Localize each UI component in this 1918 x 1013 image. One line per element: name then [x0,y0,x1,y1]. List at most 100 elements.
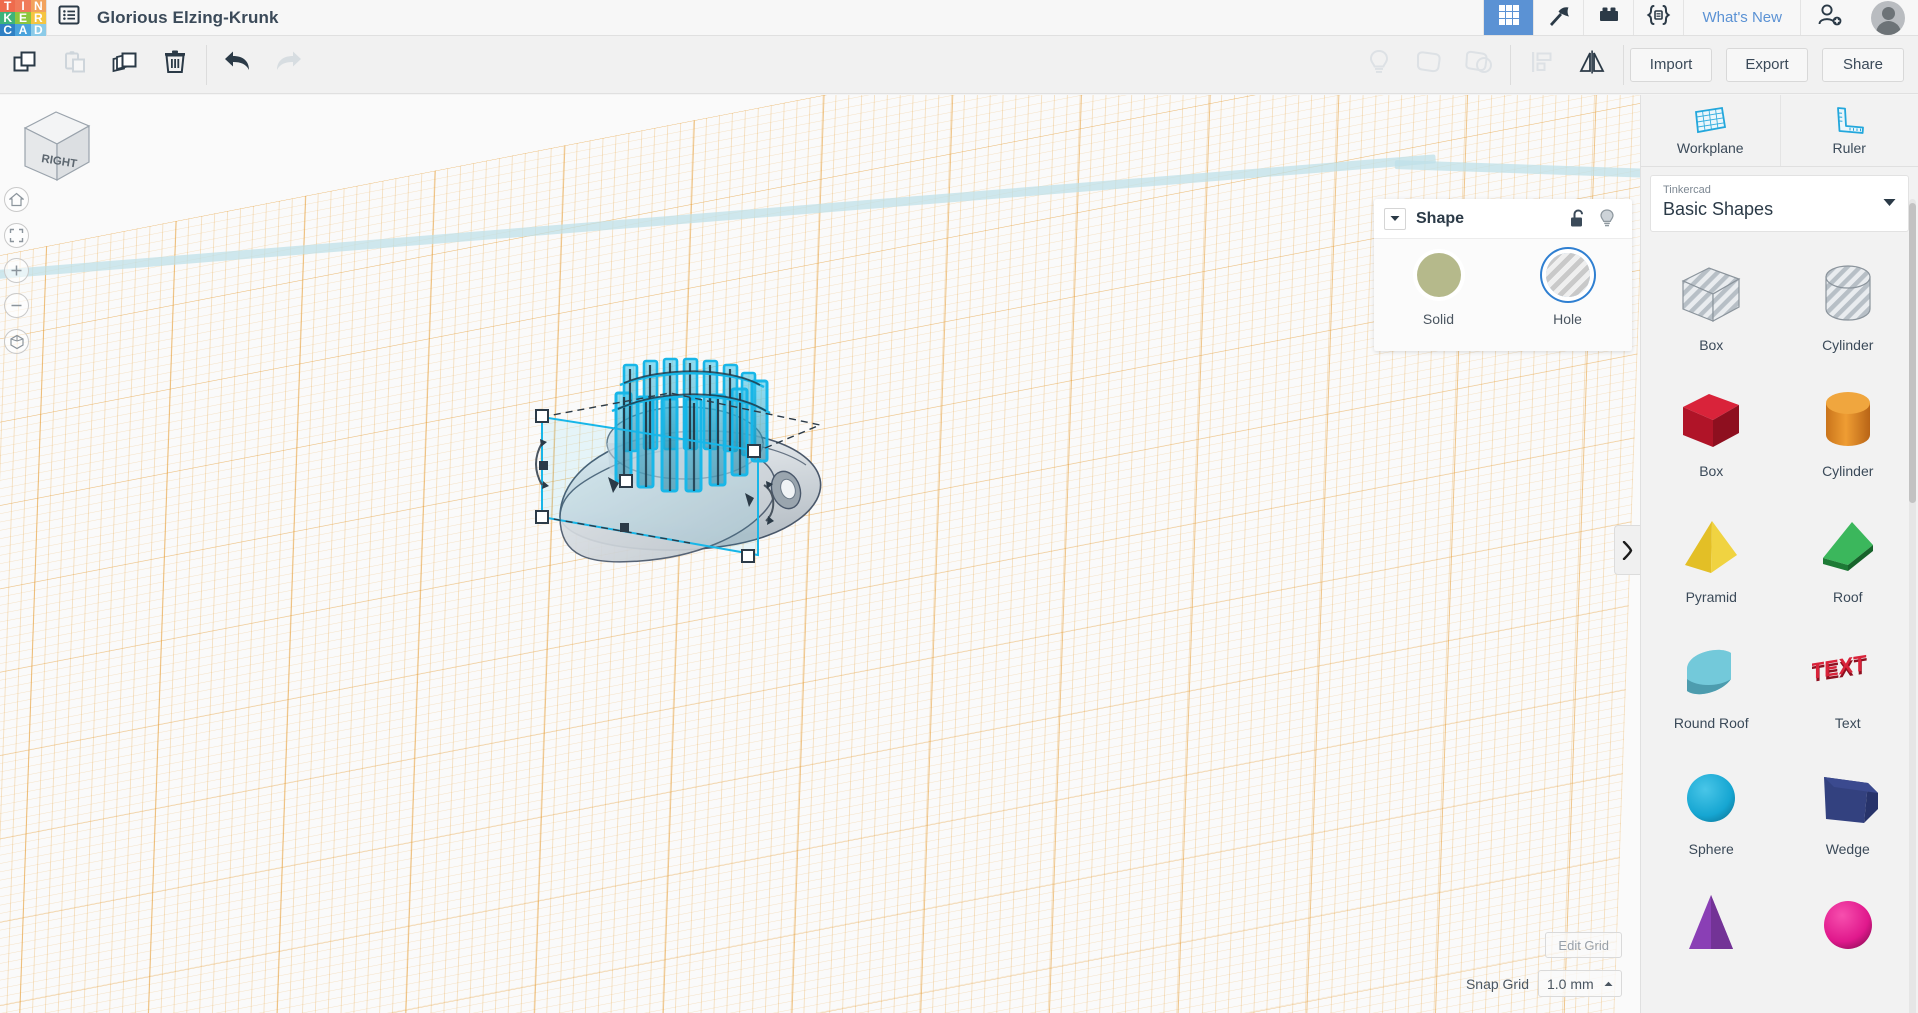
fit-to-view-button[interactable] [4,223,29,248]
shape-box-red[interactable]: Box [1643,381,1780,507]
shape-label: Box [1699,336,1724,353]
mirror-icon [1577,48,1607,81]
shape-label: Cylinder [1822,336,1874,353]
redo-arrow-icon [273,50,303,79]
pickaxe-icon [1546,2,1572,33]
shape-cylinder-hole[interactable]: Cylinder [1780,255,1917,381]
solid-swatch[interactable] [1416,253,1461,297]
ungroup-button[interactable] [1454,36,1504,94]
import-button[interactable]: Import [1630,47,1712,82]
snap-grid-label: Snap Grid [1465,975,1529,992]
shape-box-hole[interactable]: Box [1643,255,1780,381]
text-thumbnail: TEXT TEXT [1812,637,1884,709]
trash-icon [163,49,187,80]
undo-arrow-icon [223,50,253,79]
edit-toolbar: Import Export Share [0,36,1918,94]
group-button[interactable] [1404,36,1454,94]
zoom-out-button[interactable] [4,293,29,318]
edit-grid-button[interactable]: Edit Grid [1545,932,1622,958]
shape-light-button[interactable] [1592,208,1622,229]
right-panel: Workplane Ruler Tinkercad Basic Shapes B… [1640,95,1918,1013]
ruler-tool[interactable]: Ruler [1779,95,1918,166]
right-panel-collapse-button[interactable] [1614,525,1640,575]
logo-tile-c: C [0,24,16,36]
shape-panel-collapse-button[interactable] [1384,207,1406,230]
library-dropdown-text: Tinkercad Basic Shapes [1663,183,1883,222]
ungroup-shapes-icon [1464,48,1494,81]
invite-person-button[interactable] [1800,0,1858,35]
snap-grid-select[interactable]: 1.0 mm [1538,970,1622,997]
shape-text[interactable]: TEXT TEXT Text [1780,633,1917,759]
delete-button[interactable] [150,36,200,94]
avatar [1871,0,1905,35]
tinkercad-logo[interactable]: TINKERCAD [0,0,46,36]
shape-list-scrollbar-thumb[interactable] [1909,203,1916,503]
export-button[interactable]: Export [1726,47,1808,82]
document-menu-button[interactable] [47,0,91,35]
3d-model[interactable] [520,265,860,595]
view-cube[interactable]: RIGHT [15,100,97,190]
cylinder-orange-thumbnail [1812,385,1884,457]
tab-3d-designs[interactable] [1483,0,1534,35]
shape-label: Round Roof [1673,714,1749,731]
library-dropdown-value: Basic Shapes [1663,199,1774,220]
zoom-in-button[interactable] [4,258,29,283]
hole-swatch-option[interactable]: Hole [1520,253,1616,327]
workplane-tool[interactable]: Workplane [1641,95,1780,166]
shape-roof[interactable]: Roof [1780,507,1917,633]
toolbar-divider-3 [1623,44,1624,85]
shape-label: Roof [1832,588,1863,605]
duplicate-icon [111,49,139,80]
chevron-down-icon [1390,216,1400,221]
shape-library-list[interactable]: Box Cylinder Box Cylinder Pyramid Roof R… [1641,241,1918,1013]
home-view-button[interactable] [4,187,29,212]
caret-down-icon [1883,198,1896,206]
duplicate-button[interactable] [100,36,150,94]
shape-lock-button[interactable] [1562,209,1592,228]
shape-wedge[interactable]: Wedge [1780,759,1917,885]
perspective-toggle-button[interactable] [4,329,29,354]
tab-codeblocks-pickaxe[interactable] [1533,0,1584,35]
shape-cylinder-orange[interactable]: Cylinder [1780,381,1917,507]
library-dropdown[interactable]: Tinkercad Basic Shapes [1650,175,1909,232]
shape-pyramid[interactable]: Pyramid [1643,507,1780,633]
align-icon [1529,48,1555,81]
lightbulb-icon [1600,209,1614,227]
paste-button[interactable] [50,36,100,94]
roof-thumbnail [1812,511,1884,583]
solid-swatch-option[interactable]: Solid [1391,253,1487,327]
redo-button[interactable] [263,36,313,94]
mirror-button[interactable] [1567,36,1617,94]
copy-button[interactable] [0,36,50,94]
tab-codeblocks[interactable] [1633,0,1684,35]
hole-swatch[interactable] [1545,253,1590,297]
ruler-icon [1837,107,1865,134]
tab-bricks[interactable] [1583,0,1634,35]
tinkercad-app: TINKERCAD Glorious Elzing-Krunk What's N… [0,0,1918,1013]
grid-icon [1497,3,1521,32]
undo-button[interactable] [213,36,263,94]
light-button[interactable] [1354,36,1404,94]
shape-panel-header: Shape [1374,199,1632,239]
document-title[interactable]: Glorious Elzing-Krunk [91,0,279,35]
shape-label: Box [1699,462,1724,479]
right-panel-tools: Workplane Ruler [1641,95,1918,167]
sphere-thumbnail [1675,763,1747,835]
user-avatar-button[interactable] [1858,0,1918,35]
shape-sphere[interactable]: Sphere [1643,759,1780,885]
logo-tile-d: D [30,24,46,36]
shape-cone[interactable] [1643,885,1780,1011]
shape-label: Wedge [1825,840,1870,857]
add-person-icon [1816,2,1844,33]
whats-new-link[interactable]: What's New [1683,0,1800,35]
cone-thumbnail [1675,889,1747,961]
shape-sphere-pink[interactable] [1780,885,1917,1011]
code-braces-icon [1645,2,1672,33]
ruler-tool-label: Ruler [1832,140,1866,156]
share-button[interactable]: Share [1822,47,1904,82]
shape-round-roof[interactable]: Round Roof [1643,633,1780,759]
top-bar-spacer [279,0,1484,35]
copy-icon [12,49,38,80]
3d-viewport[interactable]: RIGHT Shape Solid Hole Edit Grid Snap Gr… [0,95,1640,1013]
align-button[interactable] [1517,36,1567,94]
